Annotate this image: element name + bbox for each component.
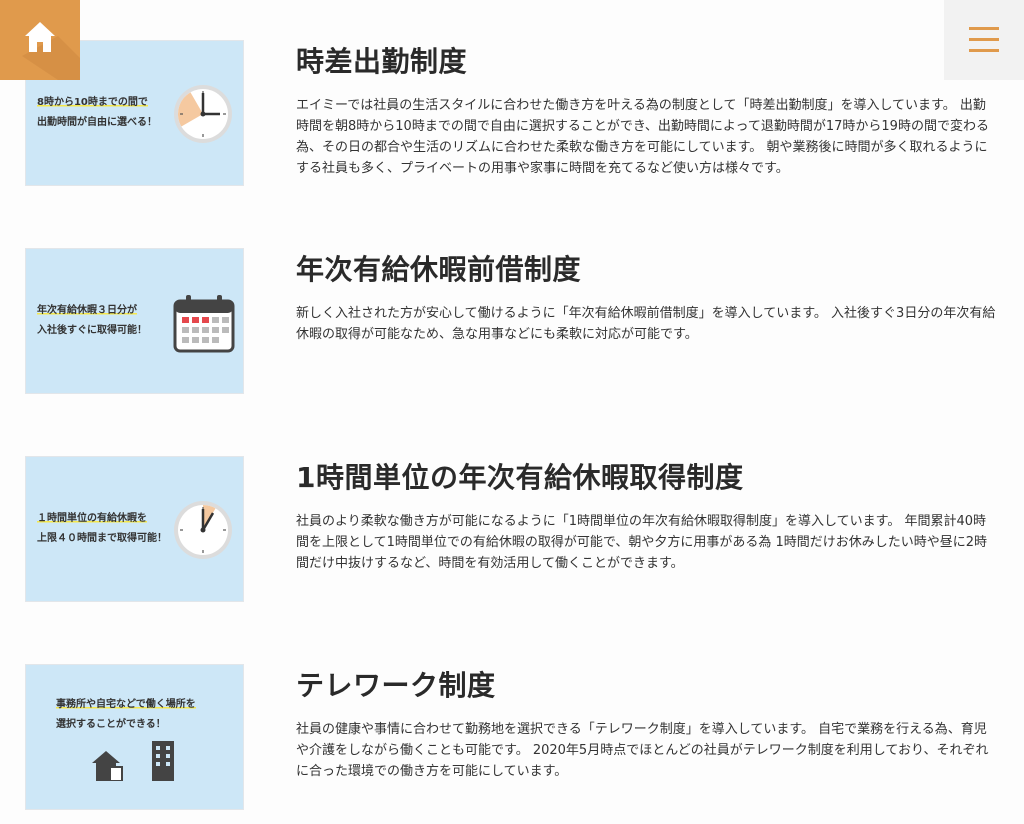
image-caption: 出勤時間が自由に選べる！: [37, 117, 157, 128]
section-title: テレワーク制度: [296, 669, 496, 702]
section-description: 社員の健康や事情に合わせて勤務地を選択できる「テレワーク制度」を導入しています。…: [296, 722, 989, 779]
image-caption: １時間単位の有給休暇を: [37, 513, 147, 524]
home-icon: [25, 22, 55, 52]
section-image: １時間単位の有給休暇を 上限４０時間まで取得可能！: [25, 456, 244, 602]
image-caption: 選択することができる！: [56, 719, 166, 730]
image-caption: 入社後すぐに取得可能！: [37, 325, 147, 336]
section-title: 年次有給休暇前借制度: [296, 253, 582, 286]
hamburger-menu-icon-bar: [969, 49, 999, 52]
image-caption: 事務所や自宅などで働く場所を: [56, 699, 196, 710]
house-building-icon: [92, 741, 174, 781]
section-image: 事務所や自宅などで働く場所を 選択することができる！: [25, 664, 244, 810]
hamburger-menu-icon: [969, 27, 999, 30]
clock-icon: [174, 501, 232, 559]
image-caption: 上限４０時間まで取得可能！: [37, 533, 167, 544]
home-button[interactable]: [0, 0, 80, 80]
section-description: 社員のより柔軟な働き方が可能になるように「1時間単位の年次有給休暇取得制度」を導…: [296, 514, 988, 571]
section-image: 年次有給休暇３日分が 入社後すぐに取得可能！: [25, 248, 244, 394]
system-section: 年次有給休暇３日分が 入社後すぐに取得可能！ 年次有給休暇前借制度 新しく入社さ…: [0, 208, 1024, 408]
system-section: 8時から10時までの間で 出勤時間が自由に選べる！ 時差出勤制度 エイミーでは社…: [0, 0, 1024, 200]
image-caption: 8時から10時までの間で: [37, 97, 148, 108]
system-section: １時間単位の有給休暇を 上限４０時間まで取得可能！ 1時間単位の年次有給休暇取得…: [0, 416, 1024, 616]
section-description: エイミーでは社員の生活スタイルに合わせた働き方を叶える為の制度として「時差出勤制…: [296, 98, 989, 176]
calendar-icon: [173, 295, 235, 353]
hamburger-menu-icon-bar: [969, 38, 999, 41]
image-caption: 年次有給休暇３日分が: [37, 305, 137, 316]
section-title: 1時間単位の年次有給休暇取得制度: [296, 461, 744, 494]
section-title: 時差出勤制度: [296, 45, 468, 78]
system-section: 事務所や自宅などで働く場所を 選択することができる！ テレワーク制度 社員の健康…: [0, 624, 1024, 824]
clock-icon: [174, 85, 232, 143]
section-description: 新しく入社された方が安心して働けるように「年次有給休暇前借制度」を導入しています…: [296, 306, 996, 342]
hamburger-menu-button[interactable]: [944, 0, 1024, 80]
